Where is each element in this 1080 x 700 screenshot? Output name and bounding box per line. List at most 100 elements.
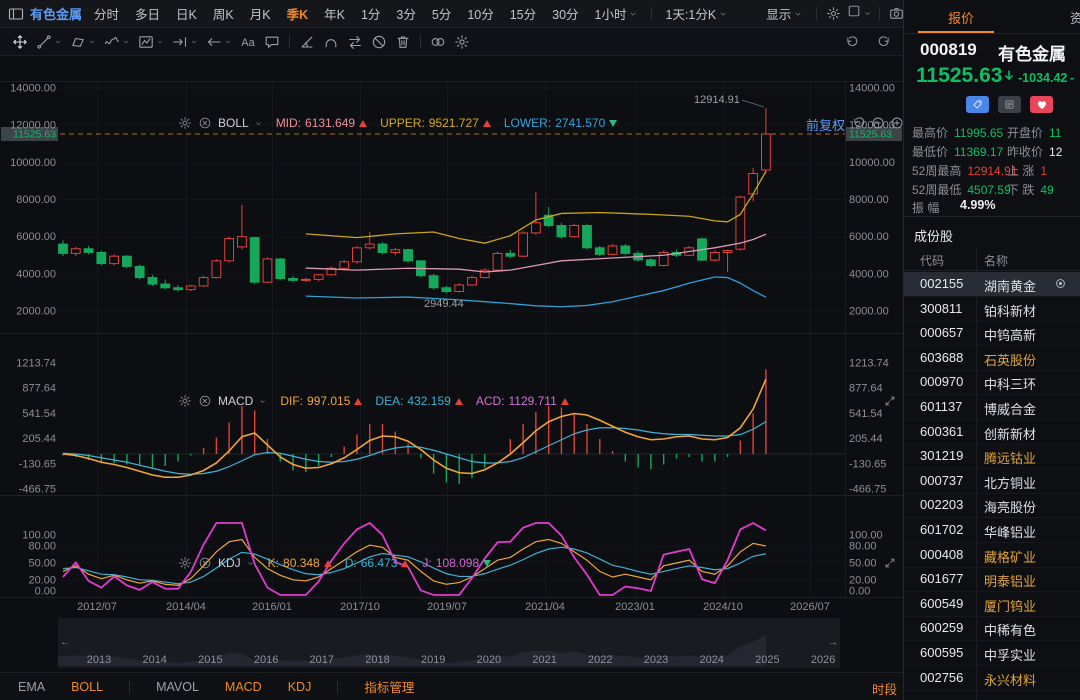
column-header-code[interactable]: 代码	[920, 252, 944, 269]
chevron-down-icon[interactable]	[258, 397, 267, 406]
timeframe-tab-3分[interactable]: 3分	[388, 4, 423, 23]
stock-row-000657[interactable]: 000657中钨高新	[904, 321, 1080, 346]
svg-text:2019/07: 2019/07	[427, 601, 467, 613]
indicator-settings-icon[interactable]	[178, 116, 192, 130]
indicator-remove-icon[interactable]	[198, 116, 212, 130]
chart-canvas[interactable]: 11525.6311525.6312914.912949.4414000.001…	[0, 56, 903, 670]
timeframe-tab-1分[interactable]: 1分	[353, 4, 388, 23]
stock-row-601702[interactable]: 601702华峰铝业	[904, 518, 1080, 543]
up-triangle-icon	[455, 398, 463, 405]
indicator-remove-icon[interactable]	[198, 394, 212, 408]
layout-icon[interactable]	[8, 6, 24, 22]
tab-news[interactable]: 资	[1070, 8, 1080, 27]
pattern-tool-icon[interactable]	[134, 34, 168, 50]
period-select[interactable]: 1天:1分K	[657, 4, 736, 23]
stock-row-002756[interactable]: 002756永兴材料	[904, 666, 1080, 691]
favorite-heart-icon[interactable]	[1030, 96, 1053, 113]
stock-row-600549[interactable]: 600549厦门钨业	[904, 592, 1080, 617]
trendline-tool-icon[interactable]	[32, 34, 66, 50]
layout-box-select[interactable]	[844, 3, 874, 25]
indicator-toggle-指标管理[interactable]: 指标管理	[364, 677, 414, 696]
magnet-tool-icon[interactable]	[319, 34, 343, 50]
indicator-name[interactable]: MACD	[218, 394, 253, 408]
chevron-down-icon[interactable]	[254, 119, 263, 128]
stock-row-000408[interactable]: 000408藏格矿业	[904, 543, 1080, 568]
chevron-down-icon[interactable]	[246, 559, 255, 568]
stock-row-603688[interactable]: 603688石英股份	[904, 346, 1080, 371]
selected-radio-icon[interactable]	[1054, 277, 1067, 295]
price-down-arrow-icon	[1002, 69, 1016, 88]
display-menu[interactable]: 显示	[758, 4, 811, 23]
macd-expand-icon[interactable]	[884, 394, 896, 412]
redo-icon[interactable]	[873, 31, 895, 53]
svg-text:100.00: 100.00	[22, 530, 56, 542]
reset-view-icon[interactable]	[852, 116, 866, 135]
divider	[651, 7, 652, 20]
drawing-settings-icon[interactable]	[450, 34, 474, 50]
indicator-remove-icon[interactable]	[198, 556, 212, 570]
kdj-expand-icon[interactable]	[884, 556, 896, 574]
zoom-in-icon[interactable]	[890, 116, 904, 135]
indicator-settings-icon[interactable]	[178, 556, 192, 570]
swap-tool-icon[interactable]	[343, 34, 367, 50]
angle-tool-icon[interactable]	[295, 34, 319, 50]
projection-tool-icon[interactable]	[168, 34, 202, 50]
indicator-toggle-KDJ[interactable]: KDJ	[288, 680, 312, 694]
move-tool-icon[interactable]	[8, 34, 32, 50]
indicator-toggle-BOLL[interactable]: BOLL	[71, 680, 103, 694]
stat-row: 昨收价12	[1007, 142, 1062, 161]
shapes-tool-icon[interactable]	[66, 34, 100, 50]
link-tool-icon[interactable]	[426, 34, 450, 50]
tag-icon[interactable]	[966, 96, 989, 113]
column-header-name[interactable]: 名称	[984, 252, 1008, 269]
news-icon[interactable]	[998, 96, 1021, 113]
timeframe-tab-日K[interactable]: 日K	[168, 4, 205, 23]
indicator-name[interactable]: BOLL	[218, 116, 249, 130]
stock-row-601677[interactable]: 601677明泰铝业	[904, 567, 1080, 592]
timeframe-tab-分时[interactable]: 分时	[86, 4, 127, 23]
stock-row-601137[interactable]: 601137博威合金	[904, 395, 1080, 420]
indicator-value: J:108.098	[422, 556, 491, 570]
comment-tool-icon[interactable]	[260, 34, 284, 50]
stock-row-000737[interactable]: 000737北方铜业	[904, 469, 1080, 494]
stock-row-600361[interactable]: 600361创新新材	[904, 420, 1080, 445]
stock-row-301219[interactable]: 301219腾远钴业	[904, 444, 1080, 469]
zoom-out-icon[interactable]	[871, 116, 885, 135]
timeframe-tab-周K[interactable]: 周K	[205, 4, 242, 23]
stock-row-600259[interactable]: 600259中稀有色	[904, 616, 1080, 641]
quote-actions	[966, 96, 1053, 113]
stock-row-300811[interactable]: 300811铂科新材	[904, 297, 1080, 322]
timeframe-tab-季K[interactable]: 季K	[279, 4, 317, 23]
stat-value: 4507.59	[967, 183, 1010, 197]
indicator-settings-icon[interactable]	[178, 394, 192, 408]
indicator-toggle-EMA[interactable]: EMA	[18, 680, 45, 694]
wave-tool-icon[interactable]	[100, 34, 134, 50]
timeframe-tab-多日[interactable]: 多日	[127, 4, 168, 23]
stock-row-600595[interactable]: 600595中孚实业	[904, 641, 1080, 666]
stock-row-002155[interactable]: 002155湖南黄金	[904, 272, 1080, 297]
settings-icon[interactable]	[822, 3, 844, 25]
indicator-toggle-MAVOL[interactable]: MAVOL	[156, 680, 199, 694]
timeframe-tab-年K[interactable]: 年K	[316, 4, 353, 23]
stock-row-000970[interactable]: 000970中科三环	[904, 370, 1080, 395]
adjust-mode-button[interactable]: 前复权	[806, 115, 845, 134]
svg-text:541.54: 541.54	[849, 408, 883, 420]
undo-icon[interactable]	[841, 31, 863, 53]
symbol-title[interactable]: 有色金属	[30, 4, 82, 23]
stock-row-002203[interactable]: 002203海亮股份	[904, 493, 1080, 518]
text-tool-icon[interactable]: Aa	[236, 34, 260, 50]
indicator-toggle-MACD[interactable]: MACD	[225, 680, 262, 694]
tab-quote[interactable]: 报价	[948, 8, 974, 27]
timeframe-tab-15分[interactable]: 15分	[502, 4, 544, 23]
stat-label: 52周最低	[912, 181, 961, 198]
indicator-name[interactable]: KDJ	[218, 556, 241, 570]
delete-drawings-tool-icon[interactable]	[391, 34, 415, 50]
timeframe-tab-5分[interactable]: 5分	[424, 4, 459, 23]
time-range-button[interactable]: 时段	[872, 679, 897, 698]
hide-drawings-tool-icon[interactable]	[367, 34, 391, 50]
timeframe-tab-10分[interactable]: 10分	[459, 4, 501, 23]
timeframe-tab-30分[interactable]: 30分	[544, 4, 586, 23]
arrow-tool-icon[interactable]	[202, 34, 236, 50]
timeframe-tab-1小时[interactable]: 1小时	[587, 4, 647, 23]
timeframe-tab-月K[interactable]: 月K	[242, 4, 279, 23]
